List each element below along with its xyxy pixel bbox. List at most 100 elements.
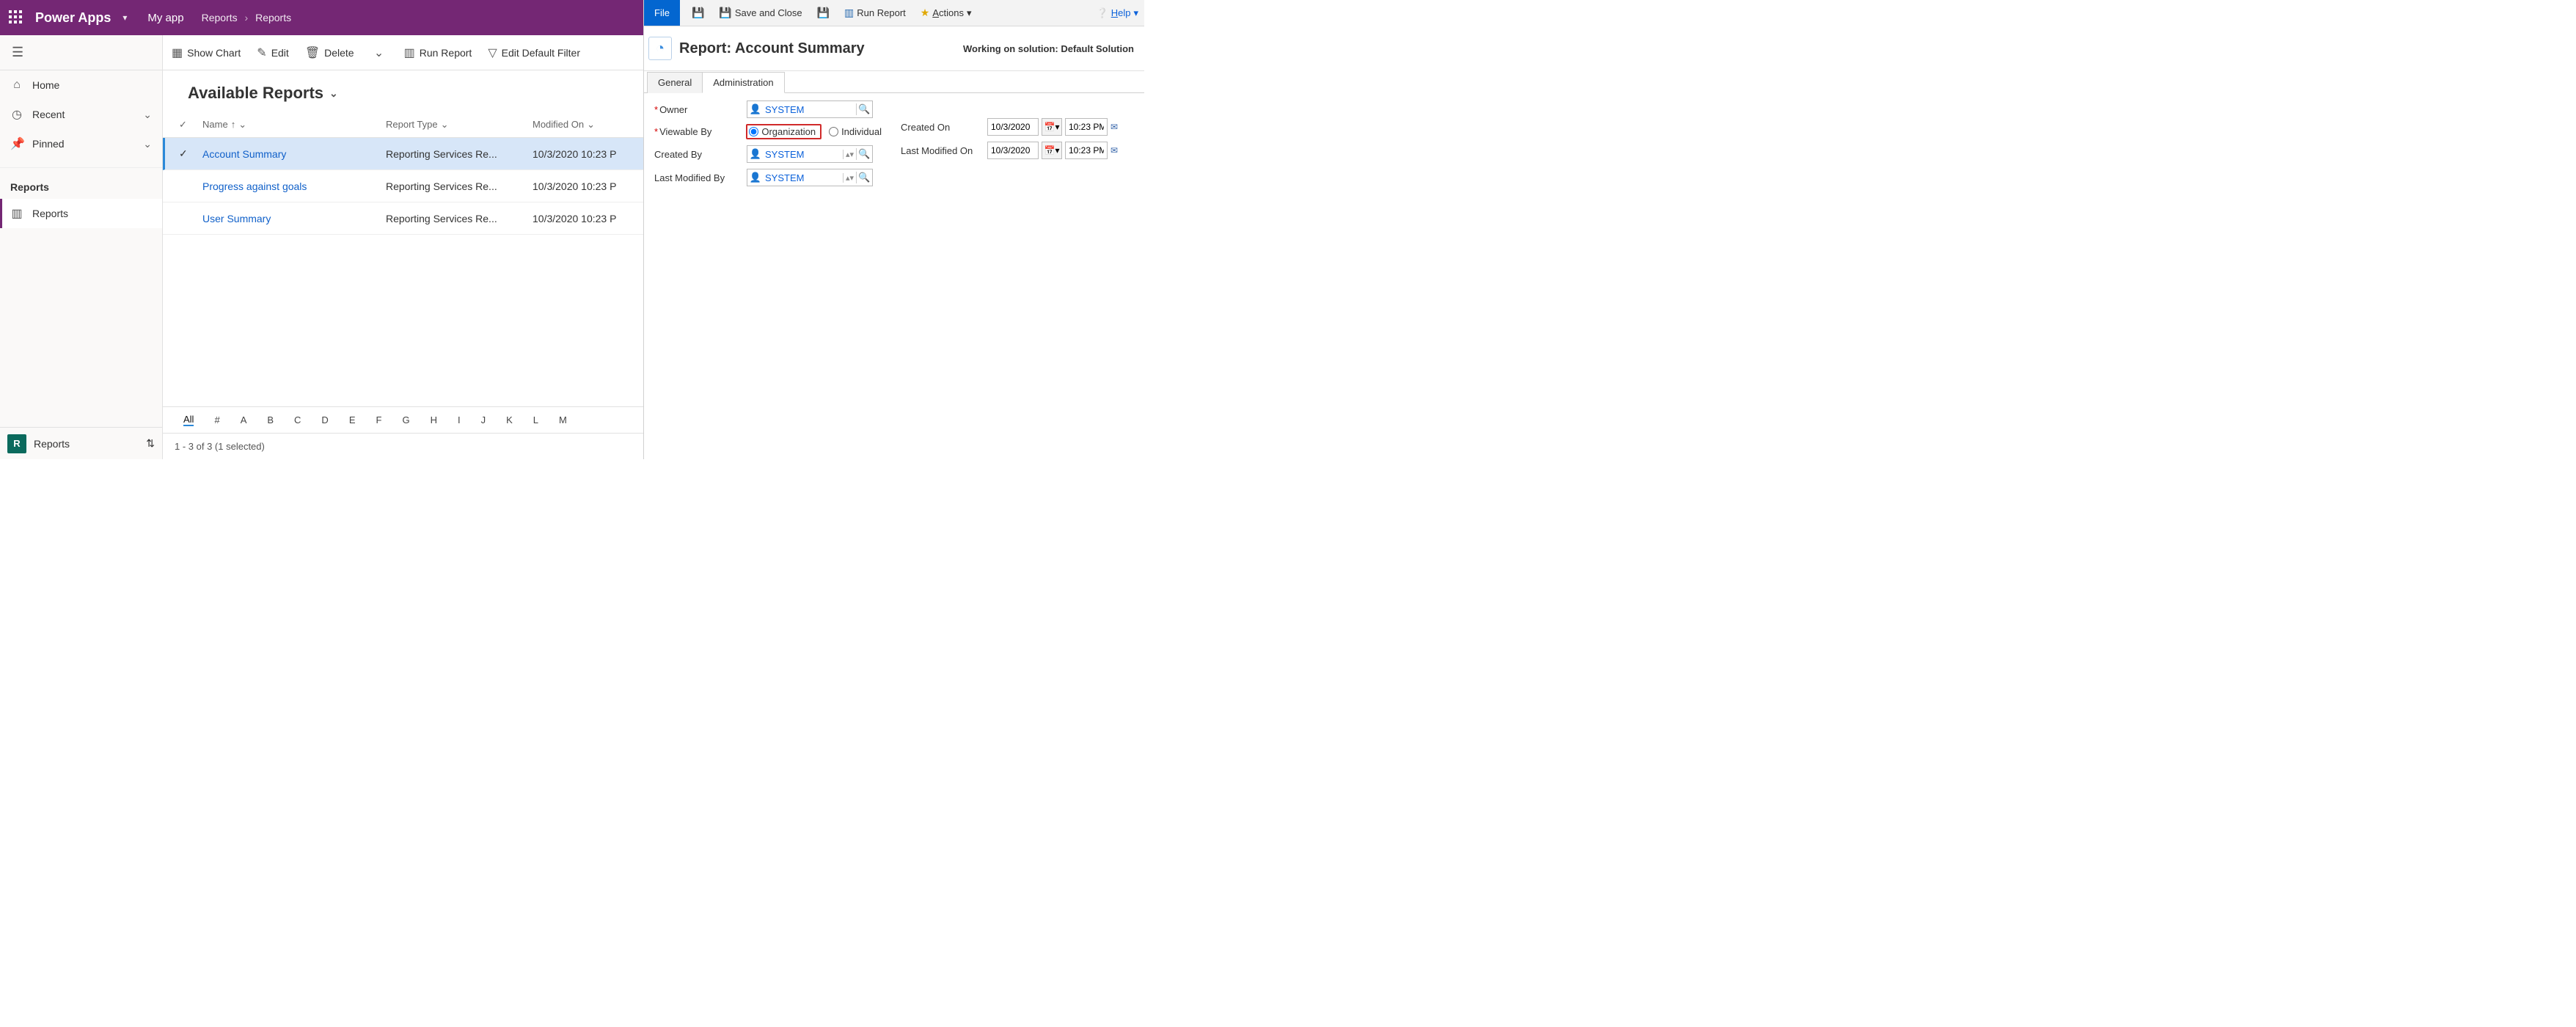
row-checkbox[interactable]: ✓ bbox=[179, 147, 188, 159]
lookup-icon[interactable]: 🔍 bbox=[856, 148, 872, 160]
radio-organization-input[interactable] bbox=[749, 127, 758, 136]
cmd-edit-filter[interactable]: ▽ Edit Default Filter bbox=[488, 45, 580, 60]
alpha-filter-item[interactable]: E bbox=[349, 414, 356, 425]
table-row[interactable]: Progress against goalsReporting Services… bbox=[163, 170, 643, 202]
help-button[interactable]: ❔ Help ▾ bbox=[1097, 7, 1138, 19]
modified-date-input[interactable] bbox=[987, 142, 1039, 159]
radio-individual-input[interactable] bbox=[829, 127, 838, 136]
alpha-filter-item[interactable]: I bbox=[458, 414, 461, 425]
cmd-show-chart[interactable]: ▦ Show Chart bbox=[172, 45, 241, 60]
updown-icon[interactable]: ⇅ bbox=[146, 437, 155, 450]
grid-header: ✓ Name ↑ ⌄ Report Type ⌄ Modified On ⌄ bbox=[163, 112, 643, 138]
col-name[interactable]: Name ↑ ⌄ bbox=[202, 119, 386, 131]
created-by-lookup[interactable]: 👤 SYSTEM ▴▾ 🔍 bbox=[747, 145, 873, 163]
breadcrumb-root[interactable]: Reports bbox=[202, 12, 238, 23]
alpha-filter-item[interactable]: # bbox=[214, 414, 219, 425]
cmd-edit[interactable]: ✎ Edit bbox=[257, 45, 289, 60]
cmd-run-report[interactable]: ▥ Run Report bbox=[404, 45, 472, 60]
alpha-filter-item[interactable]: All bbox=[183, 414, 194, 426]
user-icon: 👤 bbox=[747, 148, 764, 160]
command-bar: ▦ Show Chart ✎ Edit 🗑 Delete ⌄ ▥ Run Rep… bbox=[163, 35, 643, 70]
alpha-filter-item[interactable]: M bbox=[559, 414, 567, 425]
alpha-filter-item[interactable]: C bbox=[294, 414, 301, 425]
calendar-button[interactable]: 📅▾ bbox=[1042, 118, 1062, 136]
col-type[interactable]: Report Type ⌄ bbox=[386, 119, 533, 131]
app-header: Power Apps ▾ My app Reports › Reports bbox=[0, 0, 643, 35]
field-viewable-by: *Viewable By Organization Individual bbox=[654, 124, 882, 139]
hamburger-icon[interactable]: ☰ bbox=[0, 35, 162, 70]
tab-general[interactable]: General bbox=[647, 72, 703, 93]
star-icon: ★ bbox=[921, 7, 930, 19]
alpha-filter-item[interactable]: J bbox=[481, 414, 486, 425]
nav-reports-label: Reports bbox=[32, 208, 152, 219]
run-report-button[interactable]: ▥ Run Report bbox=[841, 5, 909, 21]
lookup-icon[interactable]: 🔍 bbox=[856, 103, 872, 115]
waffle-icon[interactable] bbox=[9, 10, 23, 25]
view-title[interactable]: Available Reports ⌄ bbox=[163, 70, 643, 112]
lookup-icon[interactable]: 🔍 bbox=[856, 172, 872, 183]
col-modified-label: Modified On bbox=[533, 119, 584, 130]
actions-menu[interactable]: ★ Actions ▾ bbox=[918, 5, 975, 21]
radio-organization[interactable]: Organization bbox=[749, 126, 816, 137]
stepper-icon[interactable]: ▴▾ bbox=[843, 173, 856, 183]
owner-lookup[interactable]: 👤 SYSTEM 🔍 bbox=[747, 100, 873, 118]
row-name[interactable]: Progress against goals bbox=[202, 180, 307, 192]
created-date-input[interactable] bbox=[987, 118, 1039, 136]
breadcrumb-current[interactable]: Reports bbox=[255, 12, 291, 23]
modified-by-lookup[interactable]: 👤 SYSTEM ▴▾ 🔍 bbox=[747, 169, 873, 186]
alpha-filter-item[interactable]: F bbox=[376, 414, 381, 425]
nav-recent[interactable]: ◷ Recent ⌄ bbox=[0, 100, 162, 129]
alpha-filter-item[interactable]: A bbox=[241, 414, 247, 425]
area-label: Reports bbox=[34, 438, 139, 450]
filter-icon: ▽ bbox=[488, 45, 497, 60]
calendar-button[interactable]: 📅▾ bbox=[1042, 142, 1062, 159]
radio-individual[interactable]: Individual bbox=[829, 126, 882, 137]
selectall-checkbox[interactable]: ✓ bbox=[179, 119, 187, 130]
alpha-filter-item[interactable]: L bbox=[533, 414, 538, 425]
col-modified[interactable]: Modified On ⌄ bbox=[533, 119, 643, 131]
created-time-input[interactable] bbox=[1065, 118, 1108, 136]
save-button[interactable]: 💾 bbox=[689, 5, 707, 21]
cmd-more-dropdown[interactable]: ⌄ bbox=[370, 45, 388, 60]
alpha-filter-item[interactable]: K bbox=[506, 414, 513, 425]
app-name[interactable]: My app bbox=[147, 12, 183, 24]
chevron-down-icon[interactable]: ▾ bbox=[122, 12, 127, 23]
nav-reports[interactable]: ▥ Reports bbox=[0, 199, 162, 228]
alpha-filter-item[interactable]: D bbox=[321, 414, 328, 425]
chevron-down-icon: ⌄ bbox=[238, 119, 246, 131]
modified-time-input[interactable] bbox=[1065, 142, 1108, 159]
nav-footer[interactable]: R Reports ⇅ bbox=[0, 427, 162, 459]
alpha-filter-item[interactable]: G bbox=[402, 414, 409, 425]
run-report-label: Run Report bbox=[857, 7, 905, 18]
cmd-run-report-label: Run Report bbox=[420, 47, 472, 59]
row-name[interactable]: Account Summary bbox=[202, 148, 286, 160]
save-as-button[interactable]: 💾 bbox=[814, 5, 833, 21]
alpha-filter-item[interactable]: H bbox=[431, 414, 437, 425]
cmd-delete[interactable]: 🗑 Delete bbox=[305, 45, 354, 60]
trash-icon: 🗑 bbox=[305, 45, 320, 60]
radio-organization-label: Organization bbox=[761, 126, 816, 137]
table-row[interactable]: ✓Account SummaryReporting Services Re...… bbox=[163, 138, 643, 170]
save-and-close-button[interactable]: 💾 Save and Close bbox=[716, 5, 805, 21]
stepper-icon[interactable]: ▴▾ bbox=[843, 150, 856, 159]
chevron-down-icon[interactable]: ⌄ bbox=[143, 109, 152, 121]
nav-home[interactable]: ⌂ Home bbox=[0, 70, 162, 100]
home-icon: ⌂ bbox=[10, 78, 23, 92]
nav-pinned[interactable]: 📌 Pinned ⌄ bbox=[0, 129, 162, 158]
mail-icon: ✉ bbox=[1110, 122, 1118, 132]
tab-administration[interactable]: Administration bbox=[702, 72, 784, 93]
help-label: Help bbox=[1111, 7, 1131, 18]
cmd-show-chart-label: Show Chart bbox=[187, 47, 241, 59]
status-text: 1 - 3 of 3 (1 selected) bbox=[175, 441, 265, 452]
created-by-label: Created By bbox=[654, 149, 702, 160]
table-row[interactable]: User SummaryReporting Services Re...10/3… bbox=[163, 202, 643, 235]
alpha-filter-item[interactable]: B bbox=[267, 414, 274, 425]
actions-label: Actions bbox=[932, 7, 964, 18]
row-name[interactable]: User Summary bbox=[202, 213, 271, 224]
status-bar: 1 - 3 of 3 (1 selected) bbox=[163, 433, 643, 459]
view-title-text: Available Reports bbox=[188, 84, 323, 103]
chevron-down-icon[interactable]: ⌄ bbox=[143, 138, 152, 150]
pin-icon: 📌 bbox=[10, 136, 23, 151]
file-tab[interactable]: File bbox=[644, 0, 680, 26]
report-header: ◔ Report: Account Summary Working on sol… bbox=[644, 26, 1144, 71]
